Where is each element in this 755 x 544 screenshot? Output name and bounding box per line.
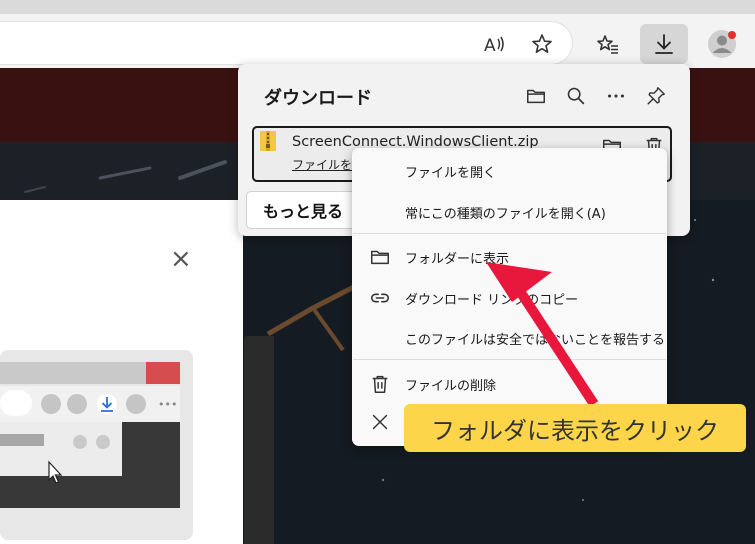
zip-file-icon [260, 131, 276, 155]
downloads-panel-title: ダウンロード [264, 88, 372, 109]
download-icon [646, 26, 682, 62]
menu-item-show-in-folder[interactable]: フォルダーに表示 [405, 248, 509, 267]
more-options-icon[interactable] [598, 78, 634, 114]
favorites-list-icon[interactable] [590, 26, 626, 62]
tab-strip [0, 0, 755, 14]
menu-divider [353, 359, 666, 360]
folder-icon [369, 246, 391, 272]
illustration-card: ••• [0, 350, 193, 540]
favorite-star-icon[interactable] [524, 26, 560, 62]
menu-item-always-open[interactable]: 常にこの種類のファイルを開く(A) [405, 203, 606, 222]
menu-item-report-unsafe[interactable]: このファイルは安全ではないことを報告する [405, 329, 665, 348]
svg-text:A: A [484, 36, 496, 56]
trash-icon [369, 373, 391, 399]
open-folder-icon[interactable] [518, 78, 554, 114]
menu-item-copy-link[interactable]: ダウンロード リンクのコピー [405, 289, 578, 308]
link-icon [369, 287, 391, 313]
page-panel [244, 336, 274, 544]
annotation-callout: フォルダに表示をクリック [404, 404, 746, 452]
dialog-close-button[interactable]: × [170, 244, 192, 274]
menu-item-delete-file[interactable]: ファイルの削除 [405, 375, 496, 394]
see-more-button[interactable]: もっと見る [247, 192, 359, 228]
pin-icon[interactable] [638, 78, 674, 114]
menu-divider [353, 233, 666, 234]
menu-item-open-file[interactable]: ファイルを開く [405, 162, 496, 181]
close-icon[interactable] [369, 411, 391, 437]
profile-avatar-icon[interactable] [704, 26, 740, 62]
read-aloud-icon[interactable]: A [476, 26, 512, 62]
svg-text:•••: ••• [158, 398, 177, 411]
search-icon[interactable] [558, 78, 594, 114]
